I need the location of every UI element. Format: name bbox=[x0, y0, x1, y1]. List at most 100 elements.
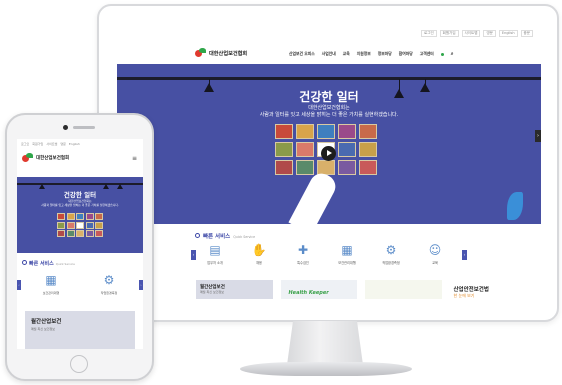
device-mockup-scene: 로그인 회원가입 사이트맵 영문 English 중문 대한산업보건협회 산업보… bbox=[0, 0, 562, 385]
monitor-base bbox=[240, 362, 412, 376]
nav-item[interactable]: 지원정보 bbox=[357, 51, 371, 57]
util-link[interactable]: 로그인 bbox=[21, 142, 29, 146]
util-link[interactable]: 사이트맵 bbox=[46, 142, 57, 146]
hero-banner: 건강한 일터 대한산업보건협회는 사람과 일터를 잇고 세상을 밝히는 더 좋은… bbox=[117, 64, 541, 224]
hero-subtitle-line: 사람과 일터를 잇고 세상을 밝히는 더 좋은 가치를 실현하겠습니다. bbox=[259, 112, 399, 118]
util-link[interactable]: English bbox=[498, 30, 518, 37]
medical-bag-icon: ✚ bbox=[297, 243, 309, 257]
quick-prev-arrow-icon[interactable]: ‹ bbox=[191, 250, 196, 260]
util-link[interactable]: 영문 bbox=[483, 30, 496, 37]
quick-service-items: ▤ 업무처 소개 ✋ 채용 ✚ 특수검진 ▦ 보건관리대행 ⚙ 작업환경측정 ☺… bbox=[201, 242, 449, 265]
desktop-screen: 로그인 회원가입 사이트맵 영문 English 중문 대한산업보건협회 산업보… bbox=[117, 24, 541, 299]
law-card[interactable]: 산업안전보건법 한 눈에 보기 bbox=[449, 280, 526, 299]
quick-service-item[interactable]: ⚙ 작업환경측정 bbox=[377, 242, 405, 265]
nav-item[interactable]: 정보마당 bbox=[378, 51, 392, 57]
hero-subtitle: 대한산업보건협회는 사람과 일터를 잇고 세상을 밝히는 더 좋은 가치를 실현… bbox=[17, 199, 143, 207]
hero-light-rail bbox=[117, 77, 541, 80]
clipboard-icon: ▤ bbox=[209, 243, 221, 257]
settings-icon: ⚙ bbox=[103, 273, 115, 287]
card-title: 월간산업보건 bbox=[31, 319, 62, 325]
quick-service-title: 빠른 서비스 bbox=[203, 234, 231, 240]
quick-service-item[interactable]: ▦ 보건관리대행 bbox=[333, 242, 361, 265]
search-icon[interactable]: ⌕ bbox=[451, 51, 454, 57]
hero-subtitle: 대한산업보건협회는 사람과 일터를 잇고 세상을 밝히는 더 좋은 가치를 실현… bbox=[117, 105, 541, 119]
magazine-card[interactable]: 월간산업보건 매월 최신 보건정보 bbox=[196, 280, 273, 299]
play-video-button[interactable] bbox=[321, 146, 336, 161]
health-keeper-logo: Health Keeper bbox=[288, 290, 329, 296]
menu-dot-icon[interactable] bbox=[440, 52, 444, 56]
banner-cards: 월간산업보건 매월 최신 보건정보 Health Keeper 산업안전보건법 … bbox=[196, 280, 526, 299]
building-icon: ▦ bbox=[341, 243, 353, 257]
nav-item[interactable]: 교육 bbox=[343, 51, 350, 57]
portrait-grid-image bbox=[57, 213, 103, 237]
quick-service-item[interactable]: ▤ 업무처 소개 bbox=[201, 242, 229, 265]
quick-service-label: 특수검진 bbox=[297, 261, 309, 265]
quick-service-item[interactable]: ✋ 채용 bbox=[245, 242, 273, 265]
logo-text: 대한산업보건협회 bbox=[209, 50, 248, 57]
quick-service-heading: 빠른 서비스 Quick Service bbox=[22, 260, 75, 267]
main-nav: 산업보건 오피스 사업안내 교육 지원정보 정보마당 참여마당 고객센터 ⌕ bbox=[289, 51, 454, 57]
util-link[interactable]: 로그인 bbox=[421, 30, 437, 37]
quick-next-arrow-icon[interactable]: › bbox=[462, 250, 467, 260]
quick-service-label: 보건관리대행 bbox=[42, 291, 60, 295]
hamburger-menu-icon[interactable]: ≡ bbox=[132, 155, 137, 162]
person-icon: ☺ bbox=[428, 243, 442, 257]
mobile-hero-banner: 건강한 일터 대한산업보건협회는 사람과 일터를 잇고 세상을 밝히는 더 좋은… bbox=[17, 177, 143, 253]
quick-service-label: 작업환경측정 bbox=[382, 261, 400, 265]
hero-subtitle-line: 대한산업보건협회는 bbox=[308, 105, 350, 111]
law-card-subtitle: 한 눈에 보기 bbox=[453, 293, 475, 298]
illustration-card[interactable] bbox=[365, 280, 442, 299]
util-link[interactable]: 회원가입 bbox=[32, 142, 43, 146]
magazine-card[interactable]: 월간산업보건 매월 최신 보건정보 bbox=[25, 311, 135, 349]
nav-item[interactable]: 고객센터 bbox=[420, 51, 434, 57]
quick-service-list: ‹ ▦ 보건관리대행 ⚙ 작업환경측정 › bbox=[17, 272, 143, 302]
logo-text: 대한산업보건협회 bbox=[36, 156, 70, 161]
hero-title: 건강한 일터 bbox=[299, 90, 359, 104]
logo-mark-icon bbox=[195, 48, 207, 58]
quick-service-label: 보건관리대행 bbox=[338, 261, 356, 265]
quick-service-heading: 빠른 서비스 Quick Service bbox=[195, 232, 255, 240]
desktop-utility-bar: 로그인 회원가입 사이트맵 영문 English 중문 bbox=[421, 30, 533, 37]
monitor-stand bbox=[287, 321, 363, 365]
hero-light-rail bbox=[17, 183, 143, 185]
logo-mark-icon bbox=[22, 153, 34, 163]
quick-service-title: 빠른 서비스 bbox=[29, 261, 54, 267]
quick-service-label: 작업환경측정 bbox=[100, 291, 118, 295]
quick-service-item[interactable]: ✚ 특수검진 bbox=[289, 242, 317, 265]
hero-subtitle-line: 사람과 일터를 잇고 세상을 밝히는 더 좋은 가치를 실현하겠습니다. bbox=[41, 203, 119, 207]
hand-illustration bbox=[288, 169, 340, 224]
law-card-title: 산업안전보건법 bbox=[453, 287, 489, 293]
hero-next-arrow-icon[interactable]: › bbox=[535, 130, 541, 142]
nav-item[interactable]: 산업보건 오피스 bbox=[289, 51, 315, 57]
quick-next-arrow-icon[interactable]: › bbox=[139, 280, 143, 290]
quick-service-item[interactable]: ☺ 교육 bbox=[421, 242, 449, 265]
quick-service-item[interactable]: ⚙ 작업환경측정 bbox=[91, 272, 127, 295]
util-link[interactable]: 영문 bbox=[60, 142, 66, 146]
handshake-icon: ✋ bbox=[251, 243, 267, 257]
site-logo[interactable]: 대한산업보건협회 bbox=[195, 48, 247, 58]
health-keeper-card[interactable]: Health Keeper bbox=[280, 280, 357, 299]
quick-service-icon bbox=[195, 233, 200, 238]
util-link[interactable]: 회원가입 bbox=[439, 30, 459, 37]
home-button[interactable] bbox=[70, 355, 88, 373]
quick-prev-arrow-icon[interactable]: ‹ bbox=[17, 280, 21, 290]
util-link[interactable]: 중문 bbox=[520, 30, 533, 37]
plant-illustration bbox=[507, 192, 523, 220]
building-icon: ▦ bbox=[45, 273, 57, 287]
quick-service-label: 업무처 소개 bbox=[207, 261, 223, 265]
desktop-monitor: 로그인 회원가입 사이트맵 영문 English 중문 대한산업보건협회 산업보… bbox=[97, 4, 559, 322]
util-link[interactable]: English bbox=[69, 142, 80, 146]
util-link[interactable]: 사이트맵 bbox=[461, 30, 481, 37]
nav-item[interactable]: 사업안내 bbox=[322, 51, 336, 57]
quick-service-item[interactable]: ▦ 보건관리대행 bbox=[33, 272, 69, 295]
settings-icon: ⚙ bbox=[385, 243, 397, 257]
quick-service-icon bbox=[22, 260, 27, 265]
mobile-utility-bar: 로그인 회원가입 사이트맵 영문 English bbox=[21, 142, 80, 146]
nav-item[interactable]: 참여마당 bbox=[399, 51, 413, 57]
mobile-site-logo[interactable]: 대한산업보건협회 bbox=[22, 153, 69, 163]
card-subtitle: 매월 최신 보건정보 bbox=[31, 327, 55, 331]
mobile-screen: 로그인 회원가입 사이트맵 영문 English 대한산업보건협회 ≡ 건강한 … bbox=[17, 139, 143, 349]
quick-service-label: 채용 bbox=[256, 261, 262, 265]
quick-service-subtitle: Quick Service bbox=[55, 262, 75, 266]
card-subtitle: 매월 최신 보건정보 bbox=[200, 290, 224, 294]
